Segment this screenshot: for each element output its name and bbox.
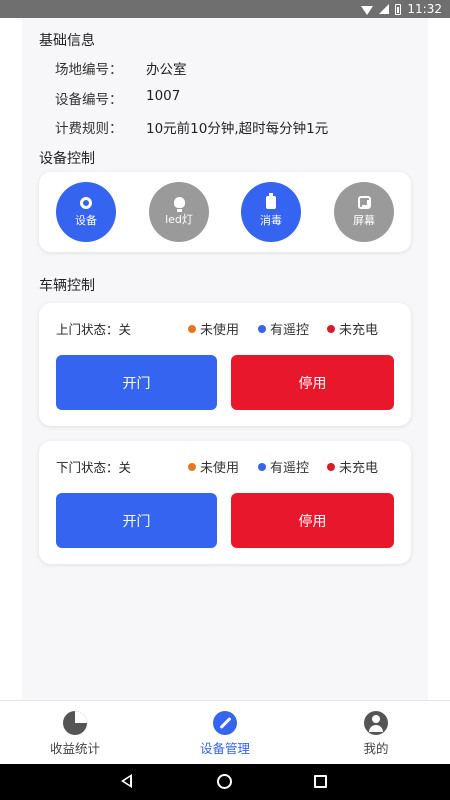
vehicle-control-title: 车辆控制 xyxy=(39,278,95,294)
bulb-icon xyxy=(173,197,185,212)
bottom-tab-bar: 收益统计 设备管理 我的 xyxy=(0,700,450,764)
gear-icon xyxy=(80,196,92,209)
lower-door-card: 下门状态：关 未使用 有遥控 未充电 开门 停用 xyxy=(39,441,411,564)
legend-label: 有遥控 xyxy=(270,461,310,476)
legend-remote: 有遥控 xyxy=(258,457,309,476)
tab-label: 收益统计 xyxy=(49,741,100,756)
upper-open-door-button[interactable]: 开门 xyxy=(56,355,217,410)
screen-button-label: 屏幕 xyxy=(353,214,375,227)
signal-icon xyxy=(379,4,390,14)
blue-dot-icon xyxy=(258,462,266,471)
legend-label: 未充电 xyxy=(339,461,379,476)
device-control-title: 设备控制 xyxy=(39,151,95,167)
battery-icon xyxy=(395,3,402,15)
info-label: 计费规则： xyxy=(55,121,123,137)
sanitize-button[interactable]: 消毒 xyxy=(241,182,301,242)
upper-disable-button[interactable]: 停用 xyxy=(231,355,394,410)
legend-not-charged: 未充电 xyxy=(327,319,378,338)
lower-door-state: 下门状态：关 xyxy=(56,460,132,475)
status-bar: 11:32 xyxy=(0,0,450,18)
tab-device-management[interactable]: 设备管理 xyxy=(185,711,265,757)
info-row-site: 场地编号： 办公室 xyxy=(55,58,187,78)
sanitizer-icon xyxy=(266,193,276,209)
basic-info-title: 基础信息 xyxy=(39,33,95,49)
info-row-device: 设备编号： 1007 xyxy=(55,88,180,108)
upper-door-state: 上门状态：关 xyxy=(56,322,132,337)
orange-dot-icon xyxy=(188,324,196,333)
tab-label: 我的 xyxy=(363,741,389,756)
status-time: 11:32 xyxy=(407,2,442,16)
legend-not-charged: 未充电 xyxy=(327,457,378,476)
legend-remote: 有遥控 xyxy=(258,319,309,338)
device-control-card: 设备 led灯 消毒 屏幕 xyxy=(39,172,411,252)
wrench-icon xyxy=(213,711,237,735)
tab-mine[interactable]: 我的 xyxy=(336,711,416,757)
user-icon xyxy=(364,711,388,735)
screen-icon xyxy=(357,196,371,209)
recent-apps-icon[interactable] xyxy=(314,775,327,788)
main-content: 基础信息 场地编号： 办公室 设备编号： 1007 计费规则： 10元前10分钟… xyxy=(22,18,428,700)
info-label: 设备编号： xyxy=(55,92,123,108)
screen-button[interactable]: 屏幕 xyxy=(334,182,394,242)
lower-open-door-button[interactable]: 开门 xyxy=(56,493,217,548)
legend-label: 未使用 xyxy=(200,461,240,476)
legend-unused: 未使用 xyxy=(188,457,239,476)
wifi-icon xyxy=(361,5,374,15)
legend-label: 未充电 xyxy=(339,323,379,338)
led-light-button[interactable]: led灯 xyxy=(149,182,209,242)
pie-chart-icon xyxy=(63,711,87,735)
blue-dot-icon xyxy=(258,324,266,333)
legend-label: 有遥控 xyxy=(270,323,310,338)
back-icon[interactable] xyxy=(121,774,132,788)
info-value: 办公室 xyxy=(146,62,187,78)
info-value: 1007 xyxy=(146,88,181,104)
red-dot-icon xyxy=(327,324,335,333)
device-button-label: 设备 xyxy=(75,213,97,227)
tab-label: 设备管理 xyxy=(199,741,250,756)
sanitize-button-label: 消毒 xyxy=(260,214,282,227)
legend-unused: 未使用 xyxy=(188,319,239,338)
lower-disable-button[interactable]: 停用 xyxy=(231,493,394,548)
orange-dot-icon xyxy=(188,462,196,471)
info-row-billing: 计费规则： 10元前10分钟,超时每分钟1元 xyxy=(55,117,328,137)
system-nav-bar xyxy=(0,764,450,800)
tab-revenue-stats[interactable]: 收益统计 xyxy=(35,711,115,757)
info-value: 10元前10分钟,超时每分钟1元 xyxy=(146,121,329,137)
device-button[interactable]: 设备 xyxy=(56,182,116,242)
info-label: 场地编号： xyxy=(55,62,123,78)
red-dot-icon xyxy=(327,462,335,471)
upper-door-card: 上门状态：关 未使用 有遥控 未充电 开门 停用 xyxy=(39,303,411,426)
legend-label: 未使用 xyxy=(200,323,240,338)
home-icon[interactable] xyxy=(217,774,232,789)
led-light-button-label: led灯 xyxy=(165,213,193,226)
